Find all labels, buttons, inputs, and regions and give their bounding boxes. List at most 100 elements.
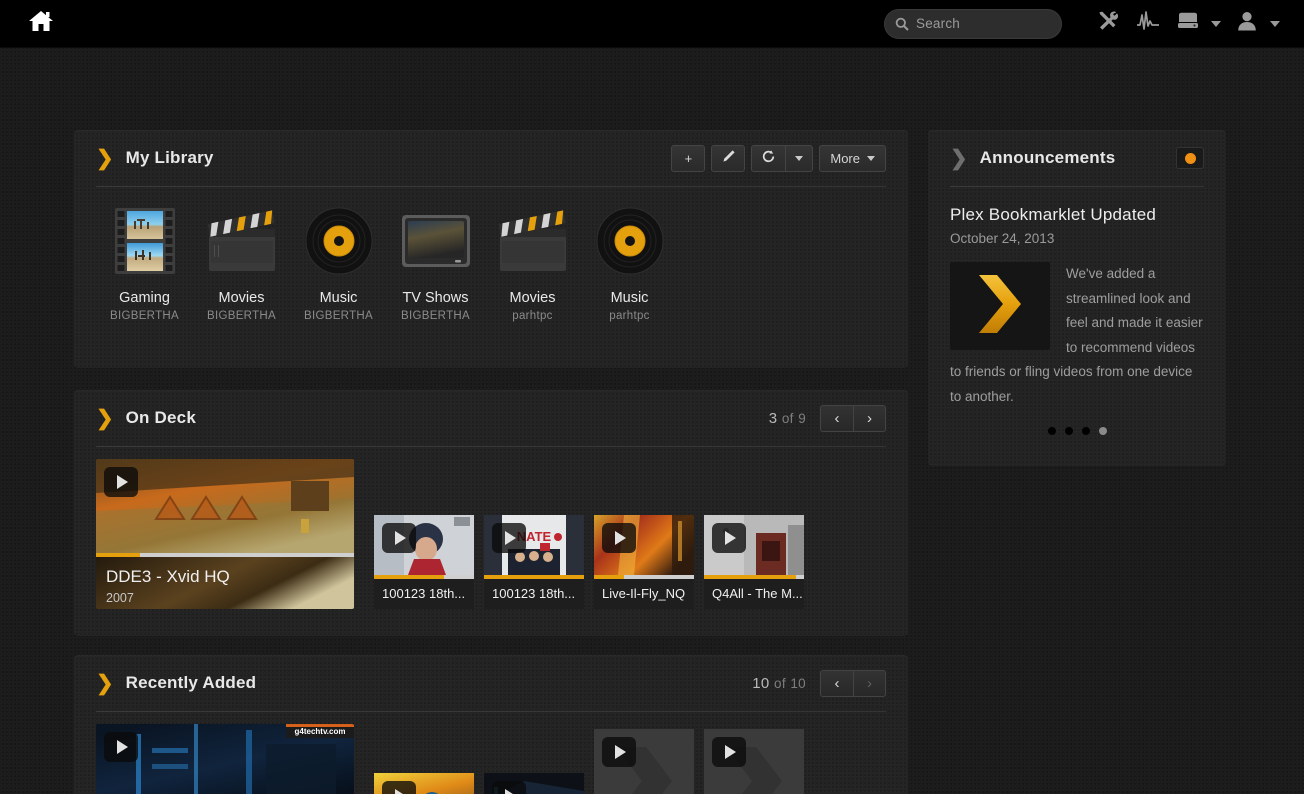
card-title: 100123 18th... [484,579,584,609]
recently-added-card[interactable] [374,773,474,794]
on-deck-card[interactable]: Live-Il-Fly_NQ [594,515,694,609]
announcement-date: October 24, 2013 [950,231,1055,246]
svg-text:g4techtv.com: g4techtv.com [295,727,346,736]
card-thumbnail [374,773,474,794]
library-item-server: BIGBERTHA [207,310,276,322]
card-thumbnail: g4techtv.com [96,724,354,794]
play-icon [505,531,516,545]
recently-added-cards: g4techtv.com nu333quakecontournament [74,712,908,794]
pagination-dot-active[interactable] [1098,427,1107,435]
search-input[interactable]: Search [884,8,1062,39]
more-button[interactable]: More [819,144,886,172]
play-button[interactable] [104,467,138,497]
play-icon [395,789,406,794]
card-thumbnail [704,515,804,575]
play-button[interactable] [492,781,526,794]
my-library-panel: ❯ My Library + More Gaming BIGBERTHA Mov… [74,130,908,368]
announcement-item[interactable]: Plex Bookmarklet Updated October 24, 201… [928,187,1226,449]
on-deck-card[interactable]: Q4All - The M... [704,515,804,609]
library-item-server: parhtpc [512,310,553,322]
play-icon [615,745,626,759]
library-item-tvshows[interactable]: TV Shows BIGBERTHA [387,205,484,322]
library-item-movies-parhtpc[interactable]: Movies parhtpc [484,205,581,322]
play-button[interactable] [492,523,526,553]
recently-added-count: 10 of 10 [752,675,806,692]
library-item-gaming[interactable]: Gaming BIGBERTHA [96,205,193,322]
on-deck-pagination: 3 of 9 ‹ › [769,404,886,432]
announcement-content: We've added a streamlined look and feel … [950,262,1204,409]
card-thumbnail [96,459,354,553]
plex-chevron-logo-icon [971,271,1029,342]
activity-button[interactable] [1128,4,1168,44]
plex-chevron-icon: ❯ [96,146,114,170]
on-deck-card[interactable]: 100123 18th... [374,515,474,609]
search-placeholder: Search [916,16,960,31]
card-text-area: DDE3 - Xvid HQ 2007 [96,557,354,609]
section-title: Announcements [979,148,1116,167]
on-deck-featured-card[interactable]: DDE3 - Xvid HQ 2007 [96,459,354,609]
announcement-thumbnail [950,262,1050,350]
library-item-server: BIGBERTHA [110,310,179,322]
server-selector[interactable] [1168,4,1227,44]
count-of: of [774,675,786,691]
library-item-music-parhtpc[interactable]: Music parhtpc [581,205,678,322]
play-icon [615,531,626,545]
server-icon [1175,11,1201,36]
clapperboard-icon [201,205,283,277]
tools-button[interactable] [1088,4,1128,44]
on-deck-cards: DDE3 - Xvid HQ 2007 100123 18th... NATE … [74,447,908,627]
play-button[interactable] [602,523,636,553]
count-total: 10 [790,675,806,691]
user-icon-wrap [1227,4,1267,44]
on-deck-card[interactable]: NATE 100123 18th... [484,515,584,609]
activity-waveform-icon [1135,9,1161,38]
pagination-dot[interactable] [1064,427,1073,435]
announcement-title: Plex Bookmarklet Updated [950,205,1157,224]
library-item-music-bigbertha[interactable]: Music BIGBERTHA [290,205,387,322]
caret-down-icon [795,155,804,161]
edit-library-button[interactable] [711,144,746,172]
play-button[interactable] [602,737,636,767]
library-item-name: TV Shows [402,290,469,306]
play-icon [395,531,406,545]
library-item-name: Music [319,290,358,306]
recently-added-next-button[interactable]: › [853,669,886,697]
user-menu[interactable] [1227,4,1286,44]
refresh-options-button[interactable] [785,144,814,172]
play-button[interactable] [712,523,746,553]
pagination-dot[interactable] [1081,427,1090,435]
home-button[interactable] [26,9,56,39]
add-library-button[interactable]: + [671,144,706,172]
play-button[interactable] [712,737,746,767]
recently-added-card[interactable] [704,729,804,794]
card-thumbnail: NATE [484,515,584,575]
play-icon [505,789,516,794]
play-button[interactable] [382,523,416,553]
pagination-dot[interactable] [1047,427,1056,435]
card-thumbnail [374,515,474,575]
recently-added-card[interactable] [594,729,694,794]
recently-added-prev-button[interactable]: ‹ [820,669,853,697]
play-button[interactable] [104,732,138,762]
recently-added-card[interactable] [484,773,584,794]
caret-down-icon [867,155,875,161]
film-strip-icon [104,205,186,277]
library-item-name: Gaming [119,290,170,306]
library-item-server: BIGBERTHA [401,310,470,322]
plex-chevron-icon: ❯ [96,671,114,695]
refresh-library-button[interactable] [751,144,786,172]
on-deck-prev-button[interactable]: ‹ [820,404,853,432]
status-badge[interactable] [1176,147,1204,169]
library-item-movies-bigbertha[interactable]: Movies BIGBERTHA [193,205,290,322]
announcements-actions [1176,147,1204,169]
more-label: More [830,150,860,166]
play-button[interactable] [382,781,416,794]
search-icon [895,17,909,31]
section-title: Recently Added [125,673,257,692]
my-library-actions: + More [665,144,886,172]
refresh-icon [761,149,776,167]
on-deck-next-button[interactable]: › [853,404,886,432]
announcements-header: ❯ Announcements [928,130,1226,186]
recently-added-featured-card[interactable]: g4techtv.com nu333quakecontournament [96,724,354,794]
plex-chevron-icon: ❯ [96,406,114,430]
